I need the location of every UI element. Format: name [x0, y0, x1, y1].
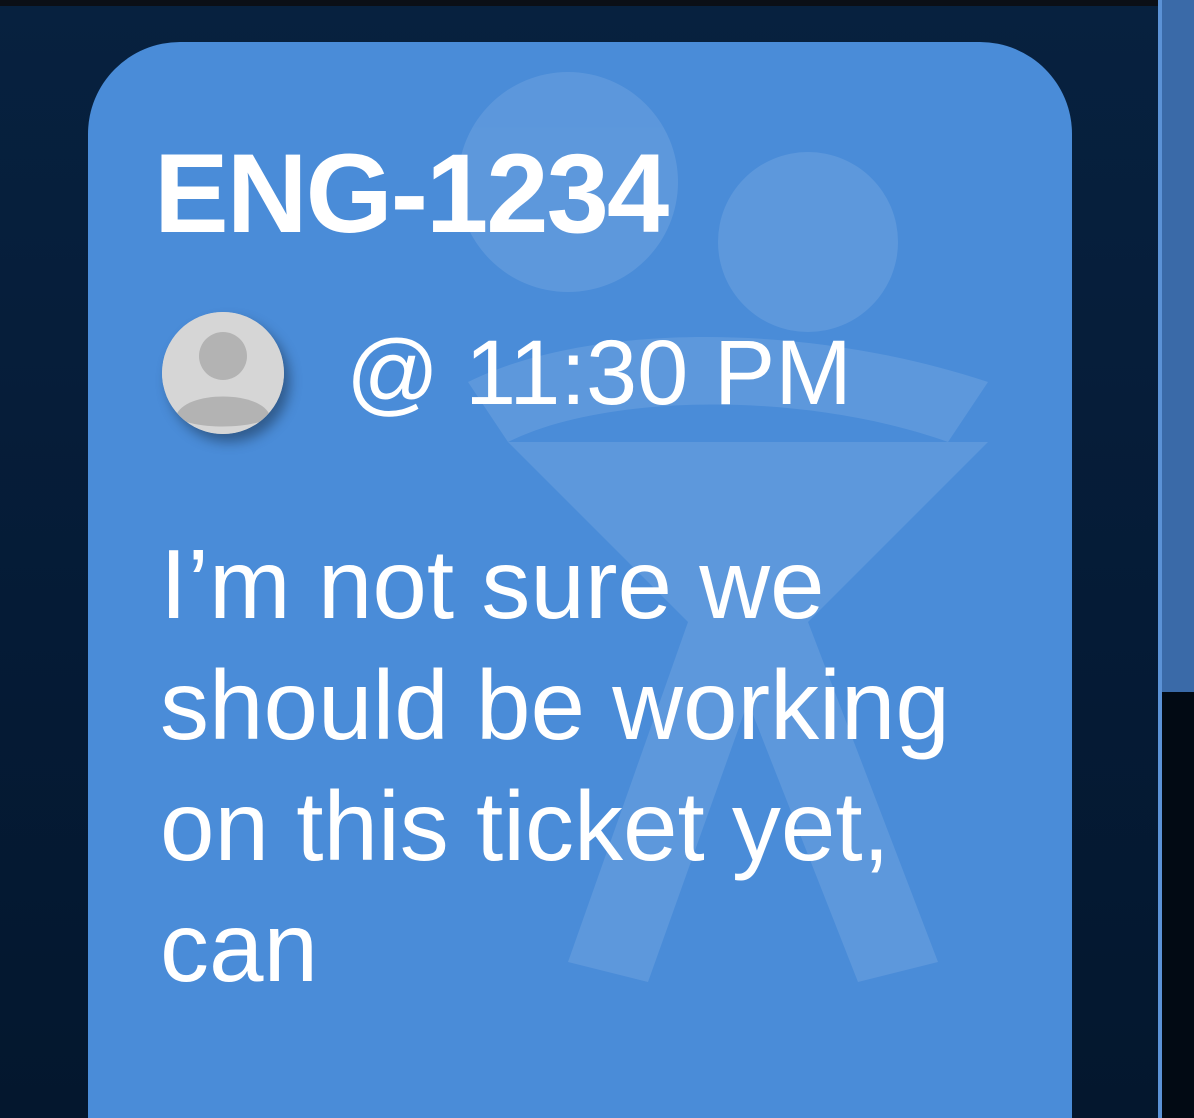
scrollbar-edge	[1158, 0, 1162, 1118]
comment-timestamp: @ 11:30 PM	[346, 322, 852, 424]
comment-message: I’m not sure we should be working on thi…	[160, 529, 950, 1002]
ticket-id: ENG-1234	[154, 131, 669, 256]
scrollbar-thumb[interactable]	[1162, 0, 1194, 692]
ticket-comment-card[interactable]: ENG-1234 @ 11:30 PM I’m not sure we shou…	[88, 42, 1072, 1118]
side-scrollbar[interactable]	[1158, 0, 1194, 1118]
user-avatar[interactable]	[162, 312, 284, 434]
comment-meta: @ 11:30 PM	[162, 308, 852, 438]
default-user-avatar-icon	[162, 312, 284, 434]
